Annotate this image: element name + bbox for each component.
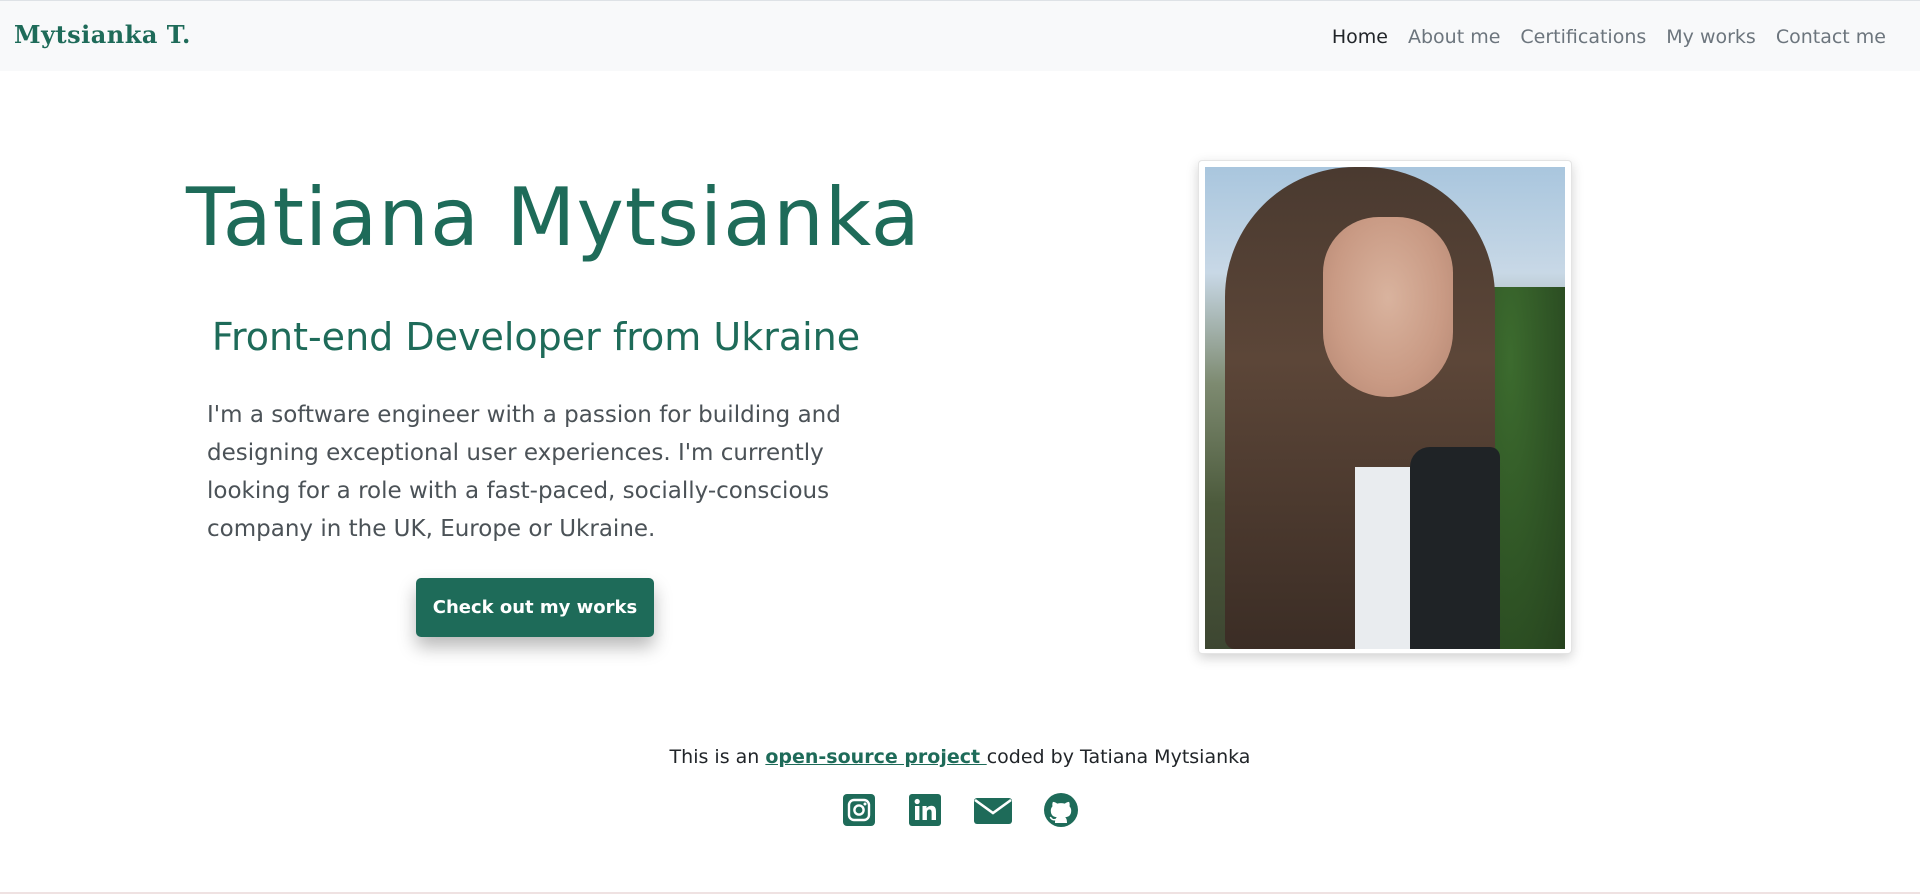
- photo-shirt: [1355, 467, 1415, 649]
- navbar: Mytsianka T. Home About me Certification…: [0, 0, 1920, 71]
- nav-link-home[interactable]: Home: [1322, 26, 1398, 48]
- nav-menu: Home About me Certifications My works Co…: [1322, 26, 1896, 48]
- footer-prefix: This is an: [669, 746, 766, 768]
- nav-link-contact[interactable]: Contact me: [1766, 26, 1896, 48]
- photo-face: [1323, 217, 1453, 397]
- photo-jacket: [1410, 447, 1500, 649]
- nav-link-certifications[interactable]: Certifications: [1510, 26, 1656, 48]
- footer-text: This is an open-source project coded by …: [0, 746, 1920, 768]
- nav-link-about[interactable]: About me: [1398, 26, 1510, 48]
- footer-suffix: coded by Tatiana Mytsianka: [986, 746, 1251, 768]
- nav-link-works[interactable]: My works: [1656, 26, 1766, 48]
- check-works-button[interactable]: Check out my works: [416, 578, 654, 637]
- hero-subtitle: Front-end Developer from Ukraine: [211, 315, 861, 359]
- github-icon[interactable]: [1043, 792, 1079, 828]
- brand-logo[interactable]: Mytsianka T.: [14, 20, 191, 49]
- hero-description: I'm a software engineer with a passion f…: [207, 402, 841, 542]
- linkedin-icon[interactable]: [907, 792, 943, 828]
- hero-name: Tatiana Mytsianka: [186, 171, 921, 264]
- profile-photo-frame: [1198, 160, 1572, 654]
- social-links: [0, 792, 1920, 828]
- open-source-link[interactable]: open-source project: [765, 746, 986, 768]
- instagram-icon[interactable]: [841, 792, 877, 828]
- profile-photo: [1205, 167, 1565, 649]
- email-icon[interactable]: [973, 792, 1013, 828]
